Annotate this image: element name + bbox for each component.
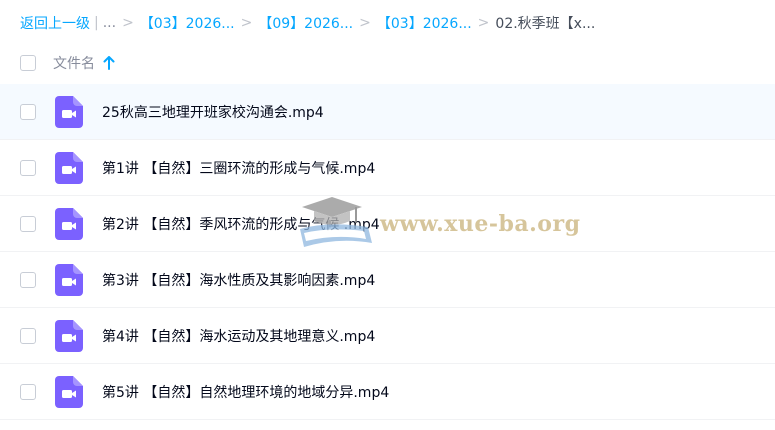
file-row[interactable]: 第4讲 【自然】海水运动及其地理意义.mp4 bbox=[0, 308, 775, 364]
video-file-icon bbox=[55, 264, 83, 296]
video-file-icon bbox=[55, 376, 83, 408]
breadcrumb-separator: > bbox=[359, 15, 371, 31]
breadcrumb-separator: > bbox=[477, 15, 490, 31]
breadcrumb-item[interactable]: 【03】2026... bbox=[140, 13, 235, 33]
file-row[interactable]: 第2讲 【自然】季风环流的形成与气候 .mp4 bbox=[0, 196, 775, 252]
column-header-name: 文件名 bbox=[53, 56, 95, 72]
breadcrumb-item[interactable]: 【09】2026... bbox=[258, 13, 353, 33]
sort-by-name-button[interactable]: 文件名 bbox=[53, 53, 115, 73]
breadcrumb-separator: > bbox=[122, 15, 134, 31]
video-file-icon bbox=[55, 152, 83, 184]
file-name[interactable]: 第3讲 【自然】海水性质及其影响因素.mp4 bbox=[102, 270, 375, 290]
file-name[interactable]: 第1讲 【自然】三圈环流的形成与气候.mp4 bbox=[102, 158, 375, 178]
back-link[interactable]: 返回上一级 bbox=[20, 13, 90, 33]
row-checkbox[interactable] bbox=[20, 160, 36, 176]
file-name[interactable]: 第2讲 【自然】季风环流的形成与气候 .mp4 bbox=[102, 214, 380, 234]
video-file-icon bbox=[55, 208, 83, 240]
breadcrumb-ellipsis[interactable]: ... bbox=[103, 15, 116, 31]
file-row[interactable]: 25秋高三地理开班家校沟通会.mp4 bbox=[0, 84, 775, 140]
file-row[interactable]: 第5讲 【自然】自然地理环境的地域分异.mp4 bbox=[0, 364, 775, 420]
breadcrumb-separator: > bbox=[240, 15, 253, 31]
row-checkbox[interactable] bbox=[20, 216, 36, 232]
file-name[interactable]: 第4讲 【自然】海水运动及其地理意义.mp4 bbox=[102, 326, 375, 346]
breadcrumb-current: 02.秋季班【x... bbox=[495, 16, 596, 32]
file-name[interactable]: 25秋高三地理开班家校沟通会.mp4 bbox=[102, 102, 324, 122]
breadcrumb-divider: | bbox=[94, 15, 99, 31]
file-list-header: 文件名 bbox=[0, 44, 775, 82]
breadcrumb-item[interactable]: 【03】2026... bbox=[377, 13, 472, 33]
row-checkbox[interactable] bbox=[20, 328, 36, 344]
arrow-up-icon bbox=[103, 56, 115, 70]
row-checkbox[interactable] bbox=[20, 272, 36, 288]
row-checkbox[interactable] bbox=[20, 384, 36, 400]
file-name[interactable]: 第5讲 【自然】自然地理环境的地域分异.mp4 bbox=[102, 382, 389, 402]
breadcrumb: 返回上一级 | ... > 【03】2026... > 【09】2026... … bbox=[20, 13, 595, 33]
video-file-icon bbox=[55, 96, 83, 128]
row-checkbox[interactable] bbox=[20, 104, 36, 120]
file-row[interactable]: 第1讲 【自然】三圈环流的形成与气候.mp4 bbox=[0, 140, 775, 196]
file-list: 25秋高三地理开班家校沟通会.mp4 第1讲 【自然】三圈环流的形成与气候.mp… bbox=[0, 84, 775, 420]
file-row[interactable]: 第3讲 【自然】海水性质及其影响因素.mp4 bbox=[0, 252, 775, 308]
select-all-checkbox[interactable] bbox=[20, 55, 36, 71]
video-file-icon bbox=[55, 320, 83, 352]
